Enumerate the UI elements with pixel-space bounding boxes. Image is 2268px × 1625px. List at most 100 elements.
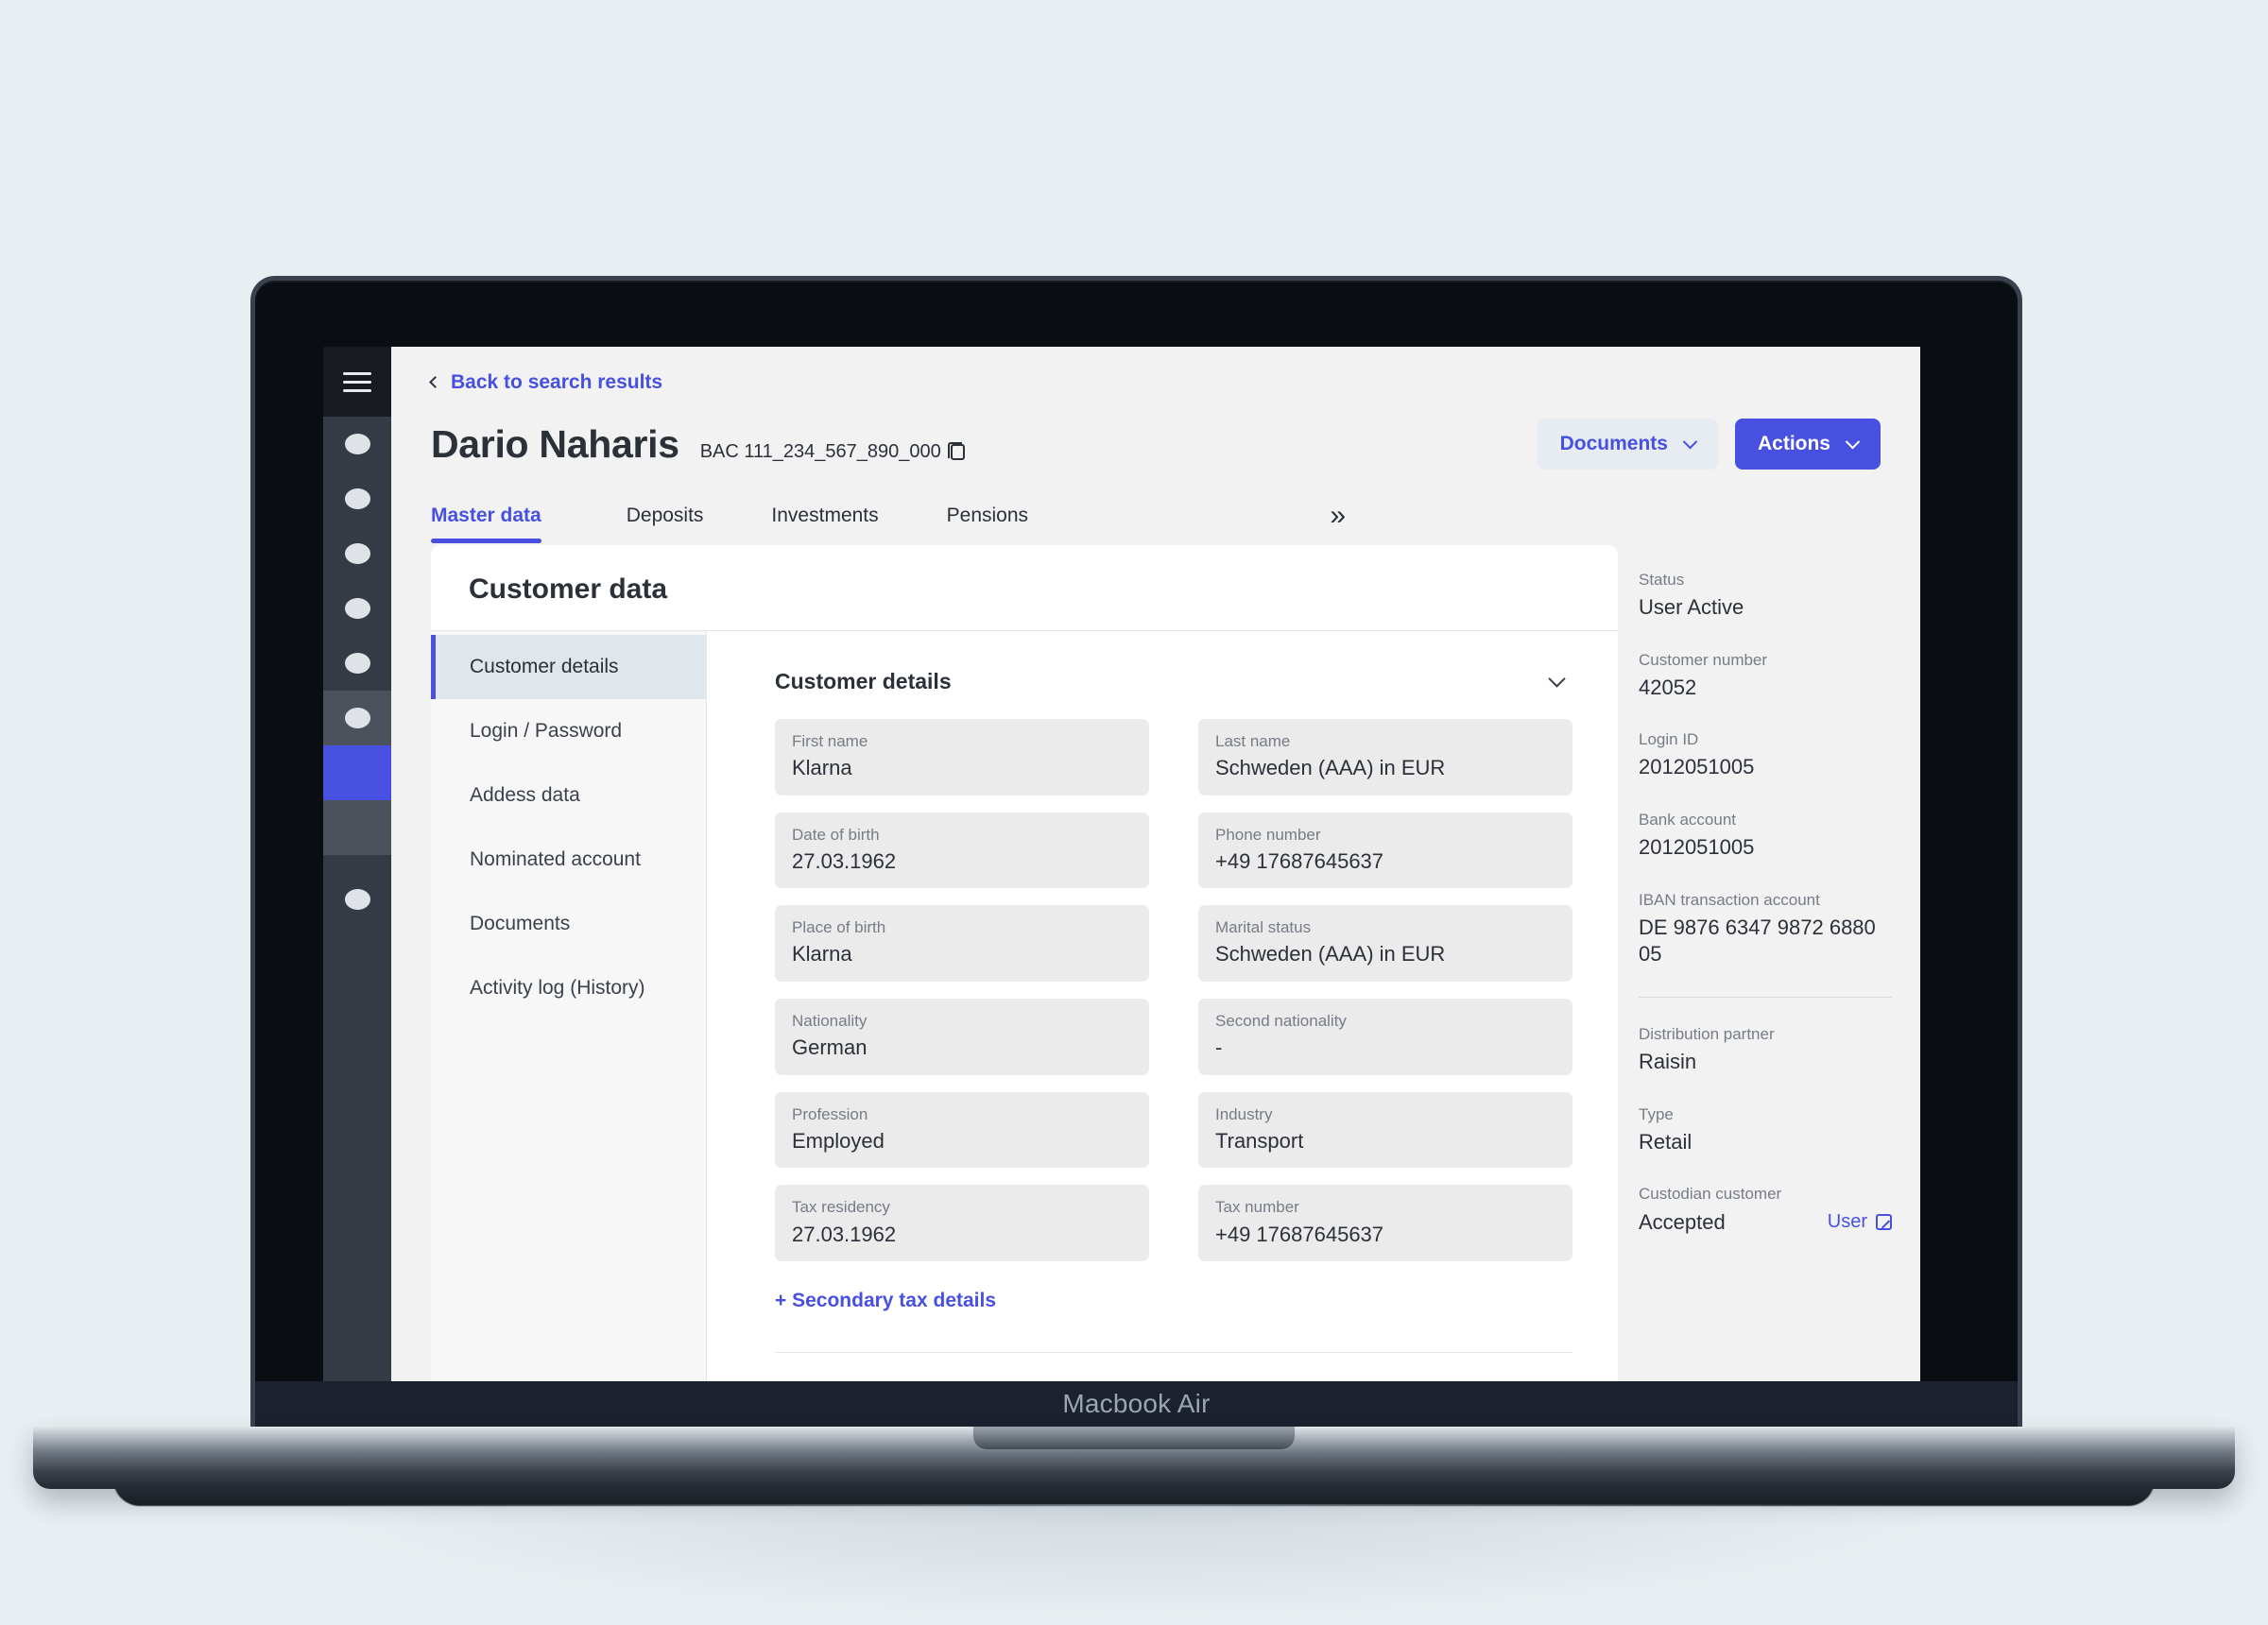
card-title: Customer data [469, 573, 1580, 606]
status-badge: User Active [1639, 594, 1892, 622]
card-subnav: Customer details Login / Password Addess… [431, 631, 707, 1403]
tab-investments[interactable]: Investments [737, 505, 912, 543]
field-tax-residency[interactable]: Tax residency 27.03.1962 [775, 1185, 1149, 1261]
field-label: Tax residency [792, 1197, 1132, 1218]
tab-label: Pensions [947, 505, 1028, 526]
rail-item-1[interactable] [323, 417, 391, 471]
sidebar-item-label: Addess data [470, 784, 580, 806]
nav-dot-icon [345, 598, 370, 619]
info-value: 42052 [1639, 675, 1892, 702]
field-value: - [1215, 1035, 1555, 1062]
chevrons-right-icon[interactable]: » [1330, 502, 1881, 545]
laptop-base [33, 1427, 2235, 1489]
desk-reflection [331, 1504, 1937, 1617]
info-value: Retail [1639, 1129, 1892, 1156]
rail-item-6[interactable] [323, 691, 391, 745]
sidebar-item-address-data[interactable]: Addess data [431, 763, 706, 828]
documents-button[interactable]: Documents [1538, 419, 1718, 470]
nav-dot-icon [345, 434, 370, 454]
rail-spacer [323, 855, 391, 872]
nav-dot-icon [345, 889, 370, 910]
rail-item-4[interactable] [323, 581, 391, 636]
rail-item-3[interactable] [323, 526, 391, 581]
field-label: Date of birth [792, 825, 1132, 846]
laptop-brand-label: Macbook Air [255, 1381, 2018, 1428]
copy-icon[interactable] [951, 444, 965, 460]
field-label: Nationality [792, 1011, 1132, 1032]
info-value: Raisin [1639, 1049, 1892, 1076]
field-last-name[interactable]: Last name Schweden (AAA) in EUR [1198, 719, 1572, 795]
laptop-screen: Back to search results Dario Naharis BAC… [323, 347, 1920, 1403]
field-phone-number[interactable]: Phone number +49 17687645637 [1198, 812, 1572, 889]
nav-dot-icon [345, 708, 370, 728]
field-label: Industry [1215, 1104, 1555, 1125]
sidebar-item-nominated-account[interactable]: Nominated account [431, 828, 706, 892]
section-header-customer-details: Customer details [775, 669, 1572, 694]
content-region: Customer data Customer details Login / P… [391, 545, 1920, 1403]
page-title-row: Dario Naharis BAC 111_234_567_890_000 Do… [431, 419, 1881, 470]
sidebar-item-label: Documents [470, 913, 570, 934]
sidebar-item-label: Activity log (History) [470, 977, 645, 999]
info-value: 2012051005 [1639, 754, 1892, 781]
rail-item-8[interactable] [323, 800, 391, 855]
sidebar-item-label: Nominated account [470, 848, 641, 870]
tab-master-data[interactable]: Master data [431, 505, 576, 543]
user-external-link[interactable]: User [1828, 1211, 1892, 1233]
rail-item-2[interactable] [323, 471, 391, 526]
sidebar-item-customer-details[interactable]: Customer details [431, 635, 706, 699]
external-link-icon [1876, 1214, 1892, 1230]
add-secondary-tax-details-link[interactable]: + Secondary tax details [775, 1290, 996, 1312]
nav-dot-icon [345, 653, 370, 674]
info-custodian-customer: Custodian customer Accepted User [1639, 1184, 1892, 1236]
field-industry[interactable]: Industry Transport [1198, 1092, 1572, 1169]
field-place-of-birth[interactable]: Place of birth Klarna [775, 905, 1149, 982]
field-nationality[interactable]: Nationality German [775, 999, 1149, 1075]
field-tax-number[interactable]: Tax number +49 17687645637 [1198, 1185, 1572, 1261]
sidebar-item-label: Login / Password [470, 720, 622, 742]
info-distribution-partner: Distribution partner Raisin [1639, 1024, 1892, 1076]
menu-toggle-button[interactable] [323, 347, 391, 417]
actions-button[interactable]: Actions [1735, 419, 1881, 470]
field-value: 27.03.1962 [792, 1222, 1132, 1249]
tab-label: Master data [431, 505, 541, 526]
page-topbar: Back to search results Dario Naharis BAC… [391, 347, 1920, 470]
details-panel: Customer details First name Klarna [707, 631, 1618, 1403]
rail-item-active[interactable] [323, 745, 391, 800]
field-second-nationality[interactable]: Second nationality - [1198, 999, 1572, 1075]
info-bank-account: Bank account 2012051005 [1639, 810, 1892, 862]
field-value: +49 17687645637 [1215, 848, 1555, 876]
custodian-value-row: Accepted User [1639, 1209, 1892, 1237]
sidebar-item-documents[interactable]: Documents [431, 892, 706, 956]
back-to-search-results-link[interactable]: Back to search results [431, 371, 662, 394]
field-value: +49 17687645637 [1215, 1222, 1555, 1249]
sidebar-item-login-password[interactable]: Login / Password [431, 699, 706, 763]
chevron-down-icon [1846, 434, 1861, 449]
info-type: Type Retail [1639, 1104, 1892, 1156]
info-label: Bank account [1639, 810, 1892, 830]
info-label: Status [1639, 570, 1892, 590]
field-marital-status[interactable]: Marital status Schweden (AAA) in EUR [1198, 905, 1572, 982]
field-label: Tax number [1215, 1197, 1555, 1218]
field-profession[interactable]: Profession Employed [775, 1092, 1149, 1169]
rail-item-5[interactable] [323, 636, 391, 691]
field-value: Employed [792, 1128, 1132, 1155]
field-date-of-birth[interactable]: Date of birth 27.03.1962 [775, 812, 1149, 889]
chevron-down-icon[interactable] [1548, 670, 1565, 687]
primary-icon-rail [323, 347, 391, 1403]
customer-data-card: Customer data Customer details Login / P… [431, 545, 1618, 1403]
field-first-name[interactable]: First name Klarna [775, 719, 1149, 795]
customer-reference-text: BAC 111_234_567_890_000 [700, 441, 941, 463]
tab-deposits[interactable]: Deposits [593, 505, 738, 543]
back-link-label: Back to search results [451, 371, 662, 394]
sidebar-item-activity-log[interactable]: Activity log (History) [431, 956, 706, 1020]
tab-pensions[interactable]: Pensions [913, 505, 1062, 543]
info-iban-transaction-account: IBAN transaction account DE 9876 6347 98… [1639, 890, 1892, 968]
card-body: Customer details Login / Password Addess… [431, 631, 1618, 1403]
field-value: 27.03.1962 [792, 848, 1132, 876]
info-customer-number: Customer number 42052 [1639, 650, 1892, 702]
nav-dot-icon [345, 488, 370, 509]
info-label: Distribution partner [1639, 1024, 1892, 1045]
rail-item-9[interactable] [323, 872, 391, 927]
customer-info-sidebar: Status User Active Customer number 42052… [1618, 545, 1920, 1403]
field-label: Second nationality [1215, 1011, 1555, 1032]
